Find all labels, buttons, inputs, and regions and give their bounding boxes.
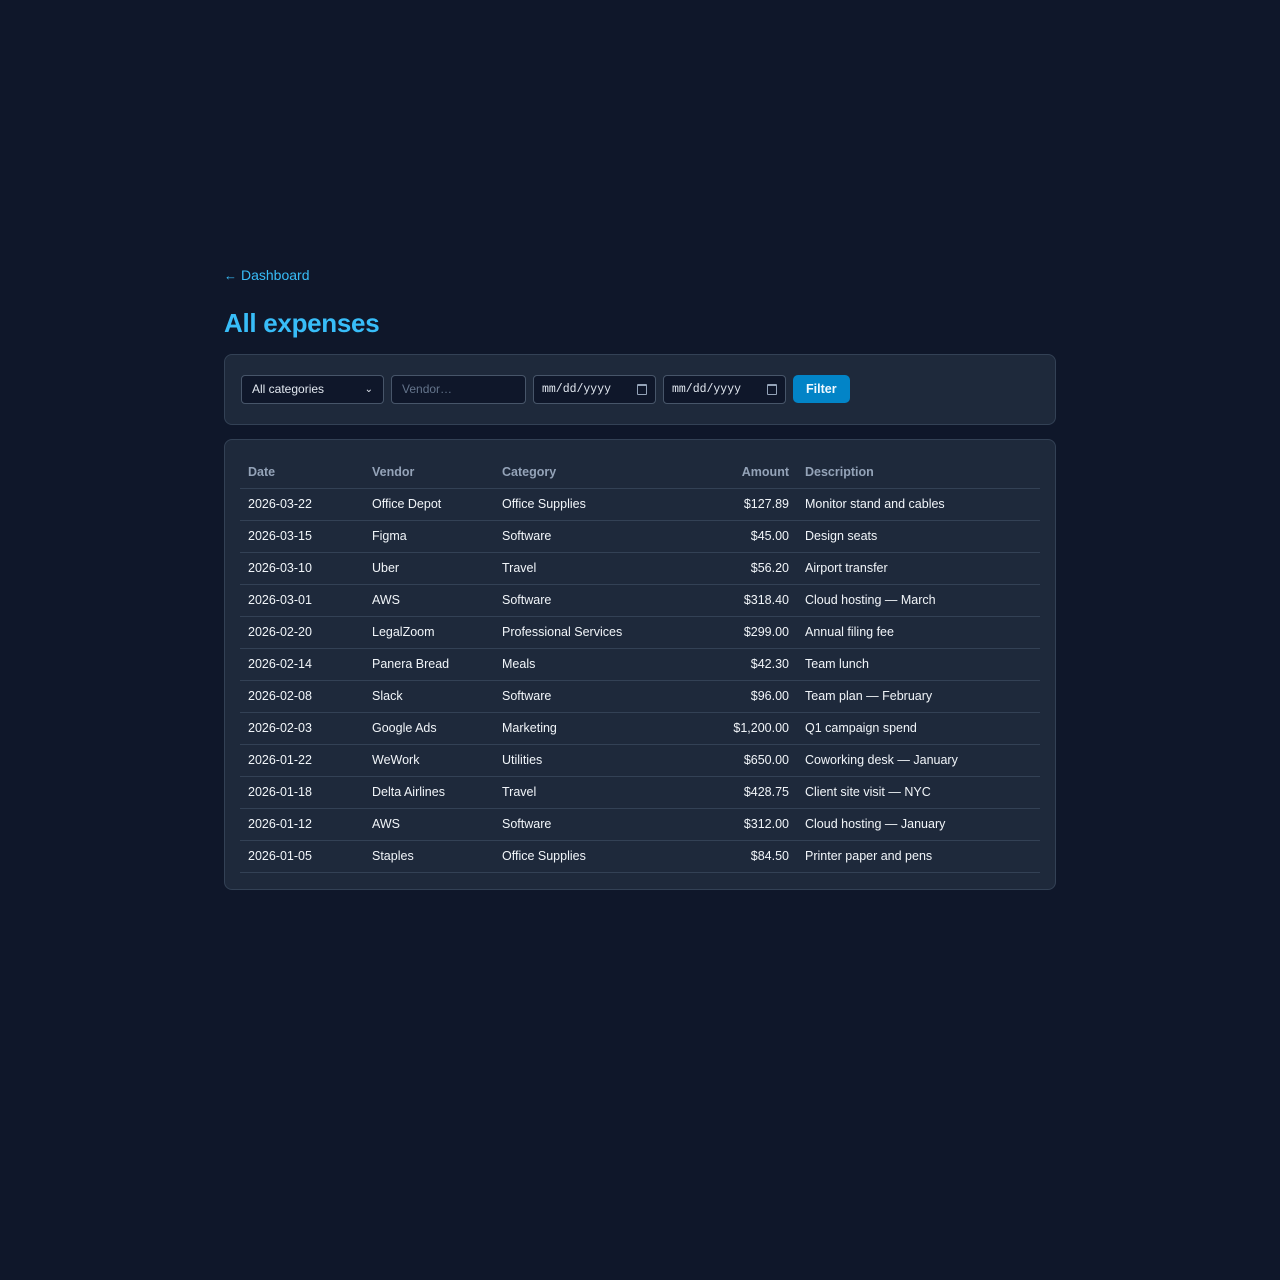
category-select[interactable]: All categories ⌄ xyxy=(241,374,384,404)
date-to-input[interactable]: mm/dd/yyyy xyxy=(663,374,786,404)
category-select-value: All categories xyxy=(252,382,325,396)
cell-date: 2026-03-15 xyxy=(240,520,364,553)
cell-date: 2026-03-10 xyxy=(240,552,364,585)
cell-date: 2026-03-22 xyxy=(240,488,364,521)
cell-description: Annual filing fee xyxy=(797,616,1040,649)
header-description[interactable]: Description xyxy=(797,455,1040,489)
cell-amount: $650.00 xyxy=(654,744,797,777)
date-from-placeholder: mm/dd/yyyy xyxy=(542,382,612,396)
cell-date: 2026-02-03 xyxy=(240,712,364,745)
cell-amount: $318.40 xyxy=(654,584,797,617)
table-row[interactable]: 2026-01-05 Staples Office Supplies $84.50 Pr… xyxy=(240,840,1040,873)
filter-bar: All categories ⌄ Vendor… mm/dd/yyyy mm/d… xyxy=(224,353,1056,425)
arrow-left-icon: ← xyxy=(224,267,237,283)
cell-vendor: LegalZoom xyxy=(364,616,494,649)
cell-date: 2026-03-01 xyxy=(240,584,364,617)
cell-amount: $96.00 xyxy=(654,680,797,713)
cell-date: 2026-02-20 xyxy=(240,616,364,649)
cell-amount: $1,200.00 xyxy=(654,712,797,745)
header-vendor[interactable]: Vendor xyxy=(364,455,494,489)
cell-vendor: Figma xyxy=(364,520,494,553)
table-row[interactable]: 2026-01-12 AWS Software $312.00 Cloud hostin… xyxy=(240,808,1040,841)
table-row[interactable]: 2026-01-18 Delta Airlines Travel $428.75 Cli… xyxy=(240,776,1040,809)
cell-description: Team lunch xyxy=(797,648,1040,681)
cell-vendor: Panera Bread xyxy=(364,648,494,681)
cell-date: 2026-02-14 xyxy=(240,648,364,681)
cell-description: Team plan — February xyxy=(797,680,1040,713)
cell-vendor: Delta Airlines xyxy=(364,776,494,809)
header-amount[interactable]: Amount xyxy=(654,455,797,489)
back-to-dashboard-link[interactable]: ← Dashboard xyxy=(224,266,310,284)
cell-amount: $42.30 xyxy=(654,648,797,681)
cell-amount: $56.20 xyxy=(654,552,797,585)
calendar-icon[interactable] xyxy=(767,383,777,395)
cell-category: Software xyxy=(494,808,654,841)
cell-category: Travel xyxy=(494,552,654,585)
vendor-input-placeholder: Vendor… xyxy=(402,382,453,396)
date-to-placeholder: mm/dd/yyyy xyxy=(672,382,742,396)
table-row[interactable]: 2026-02-20 LegalZoom Professional Services… xyxy=(240,616,1040,649)
expenses-table: Date Vendor Category Amount Description … xyxy=(240,455,1040,873)
cell-category: Office Supplies xyxy=(494,840,654,873)
table-row[interactable]: 2026-01-22 WeWork Utilities $650.00 Coworkin… xyxy=(240,744,1040,777)
cell-description: Monitor stand and cables xyxy=(797,488,1040,521)
cell-vendor: AWS xyxy=(364,584,494,617)
table-row[interactable]: 2026-03-22 Office Depot Office Supplies $12… xyxy=(240,488,1040,521)
calendar-icon[interactable] xyxy=(637,383,647,395)
cell-amount: $84.50 xyxy=(654,840,797,873)
cell-description: Client site visit — NYC xyxy=(797,776,1040,809)
table-row[interactable]: 2026-03-15 Figma Software $45.00 Design seat… xyxy=(240,520,1040,553)
cell-category: Software xyxy=(494,520,654,553)
cell-category: Professional Services xyxy=(494,616,654,649)
table-row[interactable]: 2026-02-08 Slack Software $96.00 Team plan —… xyxy=(240,680,1040,713)
cell-description: Q1 campaign spend xyxy=(797,712,1040,745)
cell-date: 2026-01-18 xyxy=(240,776,364,809)
table-row[interactable]: 2026-03-10 Uber Travel $56.20 Airport transf… xyxy=(240,552,1040,585)
cell-description: Airport transfer xyxy=(797,552,1040,585)
cell-category: Travel xyxy=(494,776,654,809)
vendor-input[interactable]: Vendor… xyxy=(391,374,526,404)
cell-description: Design seats xyxy=(797,520,1040,553)
cell-vendor: Staples xyxy=(364,840,494,873)
cell-amount: $312.00 xyxy=(654,808,797,841)
cell-date: 2026-01-12 xyxy=(240,808,364,841)
page-title: All expenses xyxy=(224,307,380,338)
cell-vendor: WeWork xyxy=(364,744,494,777)
table-row[interactable]: 2026-02-03 Google Ads Marketing $1,200.00 Q1… xyxy=(240,712,1040,745)
cell-category: Office Supplies xyxy=(494,488,654,521)
cell-amount: $45.00 xyxy=(654,520,797,553)
cell-date: 2026-02-08 xyxy=(240,680,364,713)
cell-amount: $299.00 xyxy=(654,616,797,649)
cell-vendor: Uber xyxy=(364,552,494,585)
cell-date: 2026-01-22 xyxy=(240,744,364,777)
cell-vendor: Google Ads xyxy=(364,712,494,745)
cell-description: Cloud hosting — January xyxy=(797,808,1040,841)
cell-vendor: Office Depot xyxy=(364,488,494,521)
cell-category: Utilities xyxy=(494,744,654,777)
table-row[interactable]: 2026-03-01 AWS Software $318.40 Cloud hostin… xyxy=(240,584,1040,617)
page-container: ← Dashboard All expenses All categories … xyxy=(224,266,1056,890)
cell-vendor: Slack xyxy=(364,680,494,713)
back-link-label: Dashboard xyxy=(241,267,310,283)
cell-category: Meals xyxy=(494,648,654,681)
header-category[interactable]: Category xyxy=(494,455,654,489)
cell-vendor: AWS xyxy=(364,808,494,841)
cell-amount: $428.75 xyxy=(654,776,797,809)
expenses-table-card: Date Vendor Category Amount Description … xyxy=(224,438,1056,890)
cell-description: Printer paper and pens xyxy=(797,840,1040,873)
cell-category: Software xyxy=(494,584,654,617)
cell-amount: $127.89 xyxy=(654,488,797,521)
cell-description: Coworking desk — January xyxy=(797,744,1040,777)
cell-description: Cloud hosting — March xyxy=(797,584,1040,617)
chevron-down-icon: ⌄ xyxy=(364,383,373,395)
cell-date: 2026-01-05 xyxy=(240,840,364,873)
cell-category: Marketing xyxy=(494,712,654,745)
table-row[interactable]: 2026-02-14 Panera Bread Meals $42.30 Team lu… xyxy=(240,648,1040,681)
table-header-row: Date Vendor Category Amount Description xyxy=(240,455,1040,489)
header-date[interactable]: Date xyxy=(240,455,364,489)
date-from-input[interactable]: mm/dd/yyyy xyxy=(533,374,656,404)
cell-category: Software xyxy=(494,680,654,713)
filter-button[interactable]: Filter xyxy=(793,375,850,403)
